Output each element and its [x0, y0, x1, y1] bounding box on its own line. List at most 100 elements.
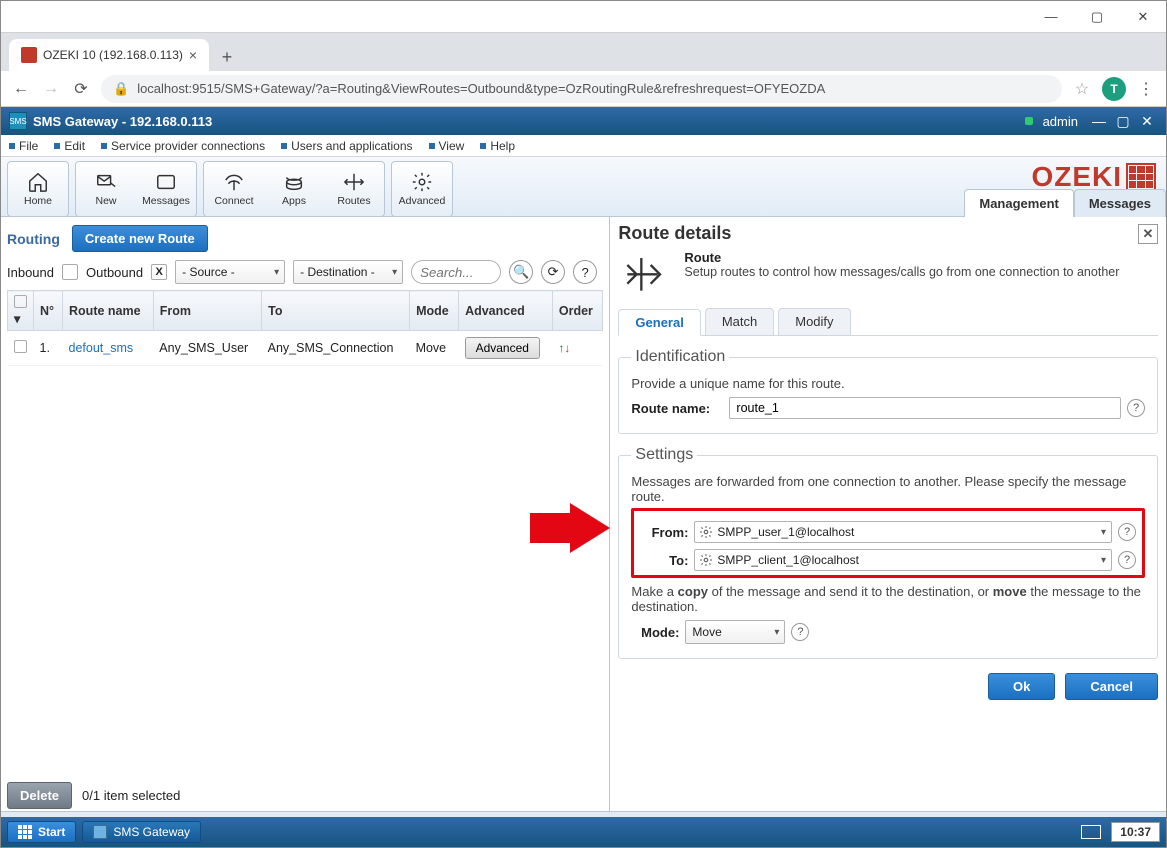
tab-title: OZEKI 10 (192.168.0.113)	[43, 48, 183, 62]
outbound-checkbox[interactable]: X	[151, 264, 167, 280]
col-to[interactable]: To	[262, 291, 410, 331]
details-head-title: Route	[684, 250, 1119, 265]
highlighted-box: From: SMPP_user_1@localhost ? To: SMPP_c…	[631, 508, 1145, 578]
menu-service-provider[interactable]: Service provider connections	[101, 139, 265, 153]
details-pane: Route details ✕ Route Setup routes to co…	[610, 217, 1166, 817]
from-label: From:	[640, 525, 688, 540]
details-close-button[interactable]: ✕	[1138, 224, 1158, 244]
col-n[interactable]: N°	[34, 291, 63, 331]
menu-users-applications[interactable]: Users and applications	[281, 139, 412, 153]
tb-advanced[interactable]: Advanced	[394, 164, 450, 214]
menubar: File Edit Service provider connections U…	[1, 135, 1166, 157]
back-button[interactable]: ←	[11, 79, 31, 99]
browser-tab[interactable]: OZEKI 10 (192.168.0.113) ×	[9, 39, 209, 71]
favorite-icon[interactable]: ☆	[1072, 79, 1092, 99]
details-tabs: General Match Modify	[618, 308, 1158, 336]
help-icon[interactable]: ?	[573, 260, 597, 284]
taskbar-app[interactable]: SMS Gateway	[82, 821, 201, 843]
help-icon[interactable]: ?	[791, 623, 809, 641]
tab-close-icon[interactable]: ×	[189, 48, 197, 62]
tb-connect[interactable]: Connect	[206, 164, 262, 214]
row-checkbox[interactable]	[14, 340, 27, 353]
tb-messages[interactable]: Messages	[138, 164, 194, 214]
app-minimize-button[interactable]: —	[1088, 112, 1110, 130]
identification-fieldset: Identification Provide a unique name for…	[618, 348, 1158, 434]
browser-tab-strip: OZEKI 10 (192.168.0.113) × +	[1, 33, 1166, 71]
keyboard-icon[interactable]	[1081, 825, 1101, 839]
select-all-checkbox[interactable]	[14, 295, 27, 308]
menu-help[interactable]: Help	[480, 139, 515, 153]
from-value: SMPP_user_1@localhost	[717, 525, 854, 539]
route-name-input[interactable]	[729, 397, 1121, 419]
route-icon	[618, 250, 674, 298]
tab-modify[interactable]: Modify	[778, 308, 850, 335]
tab-messages[interactable]: Messages	[1074, 189, 1166, 217]
app-close-button[interactable]: ✕	[1136, 112, 1158, 130]
menu-file[interactable]: File	[9, 139, 38, 153]
address-bar[interactable]: 🔒 localhost:9515/SMS+Gateway/?a=Routing&…	[101, 75, 1062, 103]
col-mode[interactable]: Mode	[410, 291, 459, 331]
app-user[interactable]: admin	[1043, 114, 1078, 129]
menu-edit[interactable]: Edit	[54, 139, 85, 153]
grid-icon	[18, 825, 32, 839]
create-route-button[interactable]: Create new Route	[72, 225, 208, 252]
source-select[interactable]: - Source -	[175, 260, 285, 284]
search-icon[interactable]: 🔍	[509, 260, 533, 284]
os-minimize-button[interactable]: —	[1028, 1, 1074, 33]
reload-button[interactable]: ⟳	[71, 79, 91, 99]
row-advanced-button[interactable]: Advanced	[465, 337, 540, 359]
help-icon[interactable]: ?	[1118, 551, 1136, 569]
to-select[interactable]: SMPP_client_1@localhost	[694, 549, 1112, 571]
ok-button[interactable]: Ok	[988, 673, 1055, 700]
url-text: localhost:9515/SMS+Gateway/?a=Routing&Vi…	[137, 81, 825, 96]
col-from[interactable]: From	[153, 291, 261, 331]
copy-move-desc: Make a copy of the message and send it t…	[631, 584, 1145, 614]
menu-view[interactable]: View	[429, 139, 465, 153]
os-window-titlebar: — ▢ ✕	[1, 1, 1166, 33]
inbound-label: Inbound	[7, 265, 54, 280]
delete-button[interactable]: Delete	[7, 782, 72, 809]
tab-general[interactable]: General	[618, 309, 700, 336]
tab-match[interactable]: Match	[705, 308, 774, 335]
row-name-link[interactable]: defout_sms	[69, 341, 134, 355]
browser-toolbar: ← → ⟳ 🔒 localhost:9515/SMS+Gateway/?a=Ro…	[1, 71, 1166, 107]
clock[interactable]: 10:37	[1111, 822, 1160, 842]
search-input[interactable]	[411, 260, 501, 284]
route-name-label: Route name:	[631, 401, 723, 416]
app-title: SMS Gateway - 192.168.0.113	[33, 114, 212, 129]
forward-button[interactable]: →	[41, 79, 61, 99]
os-maximize-button[interactable]: ▢	[1074, 1, 1120, 33]
col-advanced[interactable]: Advanced	[459, 291, 553, 331]
tb-new[interactable]: New	[78, 164, 134, 214]
destination-select[interactable]: - Destination -	[293, 260, 403, 284]
to-value: SMPP_client_1@localhost	[717, 553, 859, 567]
browser-menu-button[interactable]: ⋮	[1136, 79, 1156, 99]
app-maximize-button[interactable]: ▢	[1112, 112, 1134, 130]
row-order-arrows[interactable]: ↑↓	[552, 331, 603, 366]
inbound-checkbox[interactable]	[62, 264, 78, 280]
col-order[interactable]: Order	[552, 291, 603, 331]
tb-routes[interactable]: Routes	[326, 164, 382, 214]
start-button[interactable]: Start	[7, 821, 76, 843]
routing-pane: Routing Create new Route Inbound Outboun…	[1, 217, 610, 817]
gear-icon	[699, 553, 713, 567]
settings-desc: Messages are forwarded from one connecti…	[631, 474, 1145, 504]
refresh-icon[interactable]: ⟳	[541, 260, 565, 284]
app-titlebar: SMS SMS Gateway - 192.168.0.113 admin — …	[1, 107, 1166, 135]
help-icon[interactable]: ?	[1127, 399, 1145, 417]
from-select[interactable]: SMPP_user_1@localhost	[694, 521, 1112, 543]
routes-table: ▾ N° Route name From To Mode Advanced Or…	[7, 290, 603, 366]
outbound-label: Outbound	[86, 265, 143, 280]
help-icon[interactable]: ?	[1118, 523, 1136, 541]
profile-avatar[interactable]: T	[1102, 77, 1126, 101]
route-row[interactable]: 1. defout_sms Any_SMS_User Any_SMS_Conne…	[8, 331, 603, 366]
tab-management[interactable]: Management	[964, 189, 1073, 217]
new-tab-button[interactable]: +	[213, 43, 241, 71]
mode-select[interactable]: Move	[685, 620, 785, 644]
row-mode: Move	[410, 331, 459, 366]
os-close-button[interactable]: ✕	[1120, 1, 1166, 33]
tb-home[interactable]: Home	[10, 164, 66, 214]
cancel-button[interactable]: Cancel	[1065, 673, 1158, 700]
col-name[interactable]: Route name	[63, 291, 154, 331]
tb-apps[interactable]: Apps	[266, 164, 322, 214]
